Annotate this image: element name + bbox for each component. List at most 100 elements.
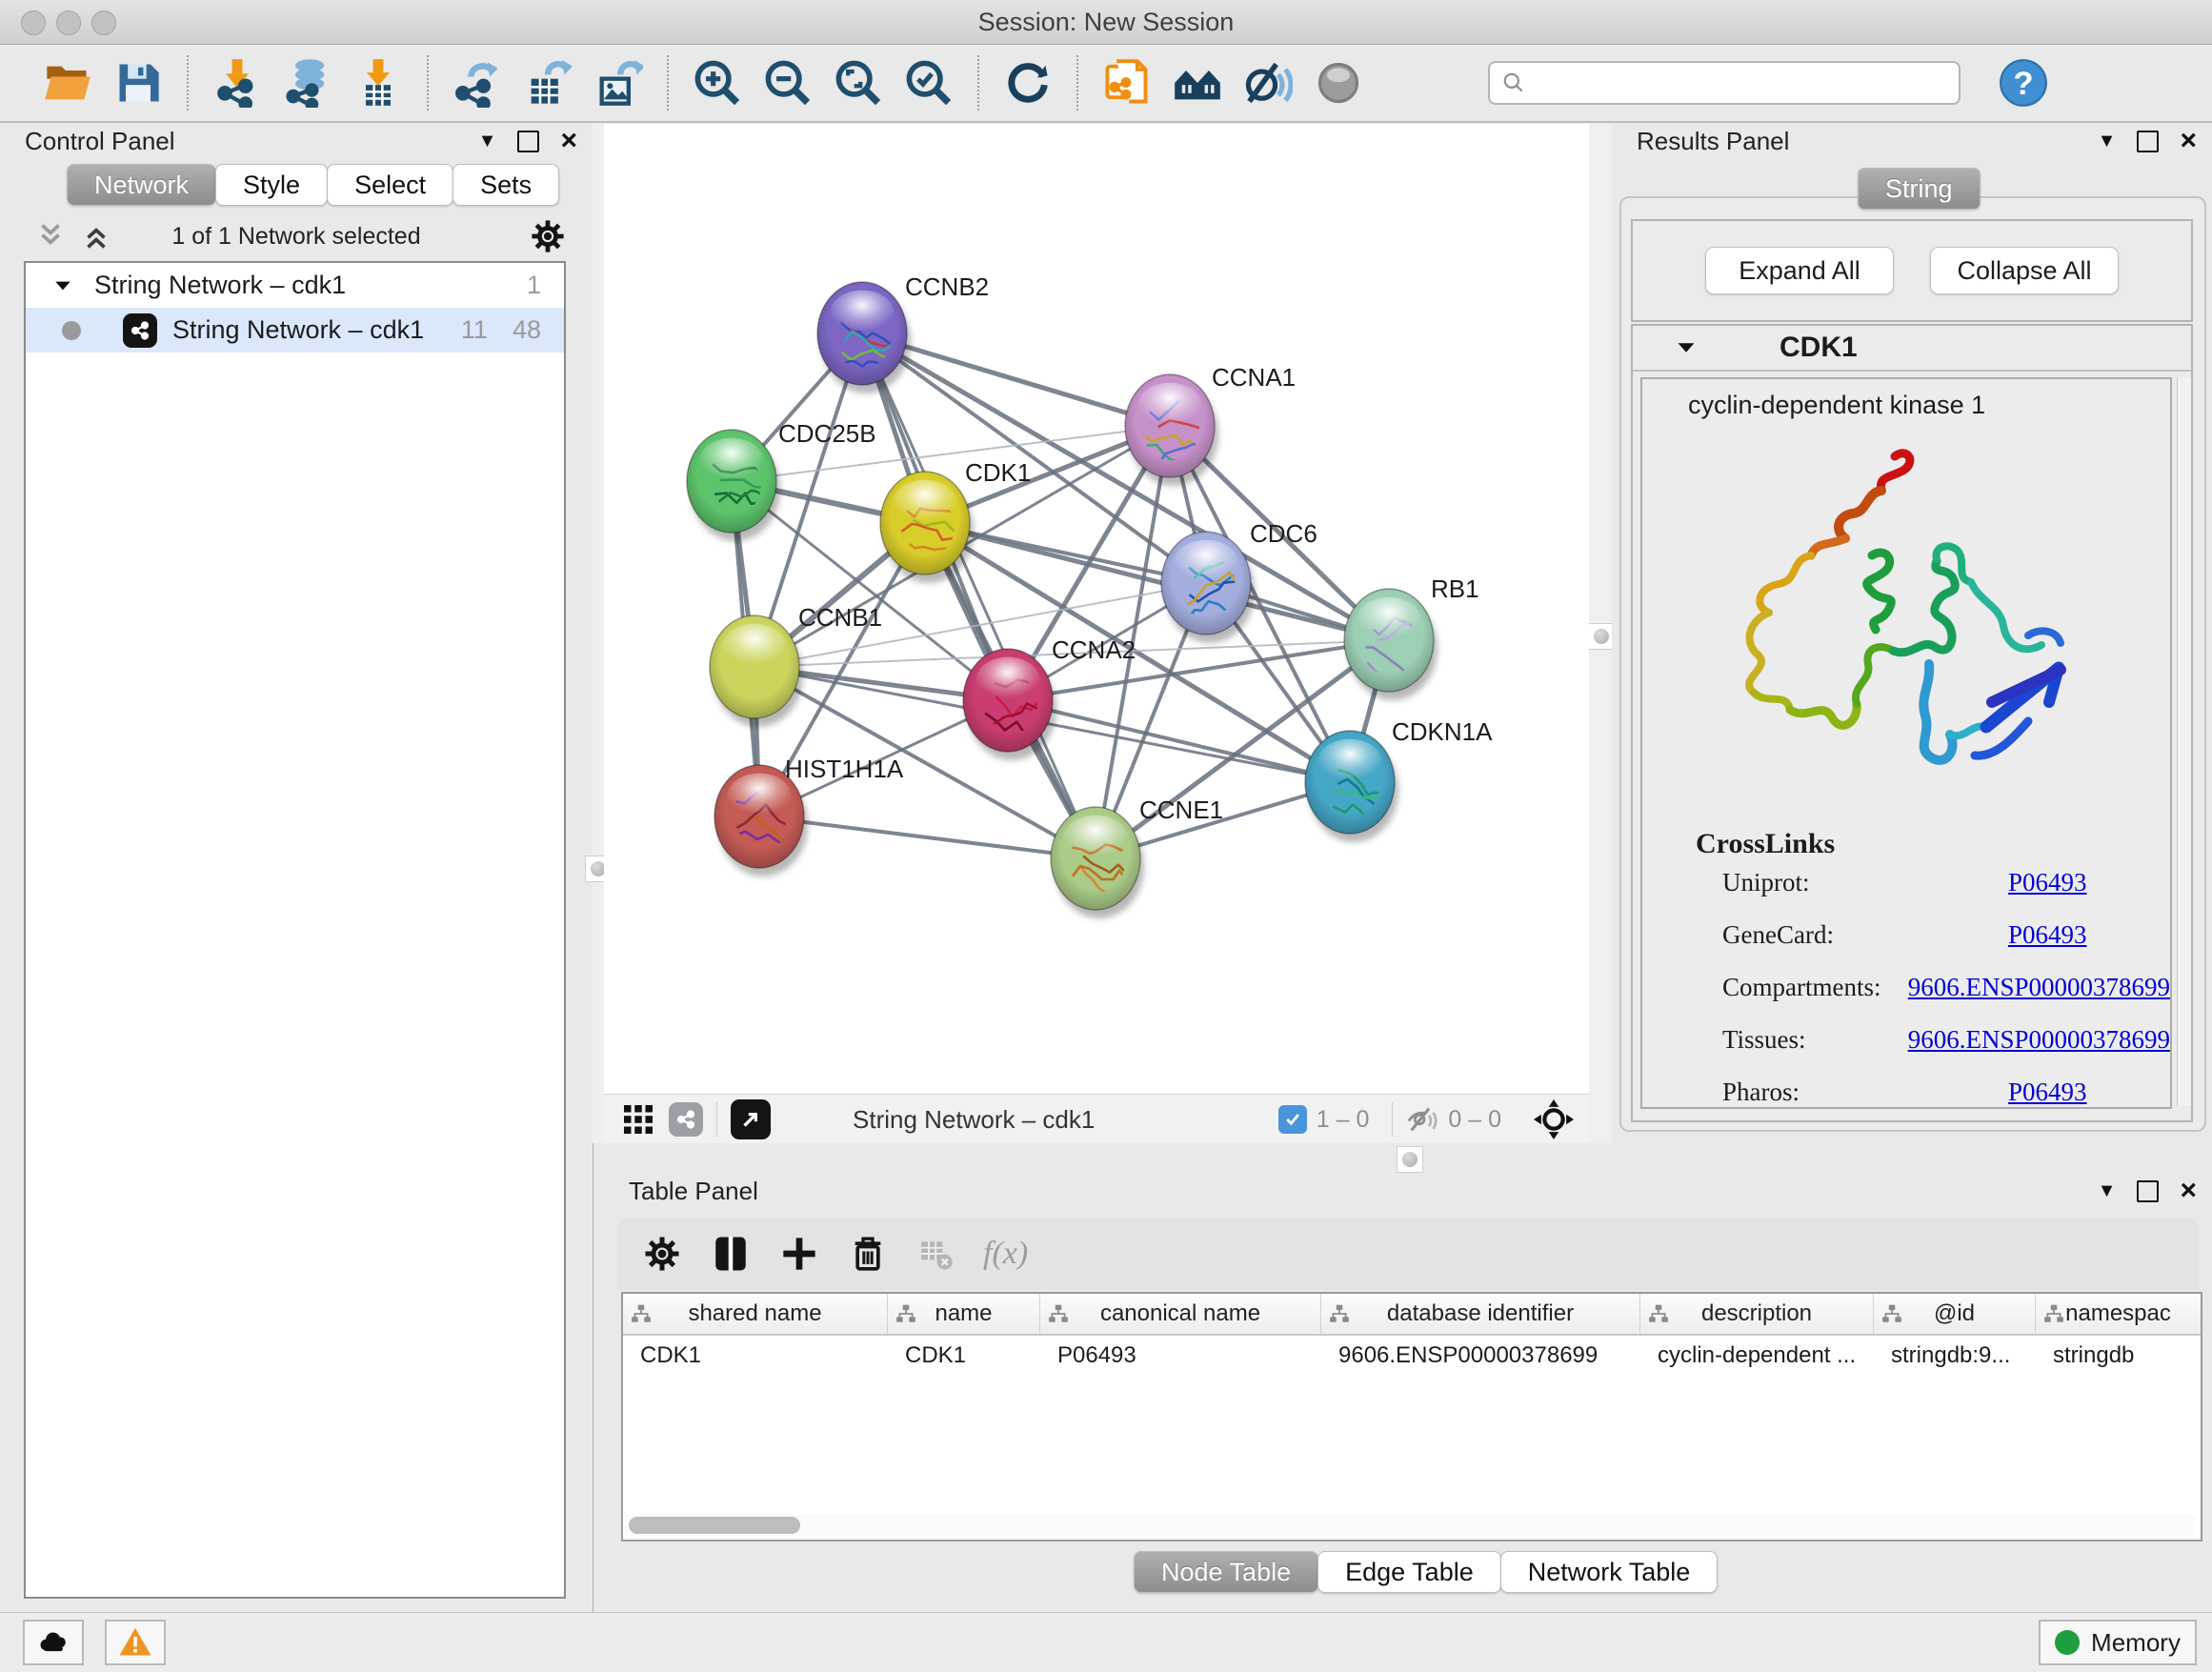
column-header[interactable]: database identifier — [1321, 1294, 1640, 1334]
node-label-CCNA1: CCNA1 — [1212, 363, 1296, 392]
memory-button[interactable]: Memory — [2039, 1620, 2197, 1665]
close-panel-icon[interactable]: × — [2180, 1181, 2197, 1200]
protein-node-CCNE1[interactable] — [1051, 807, 1144, 918]
collapse-arrow-icon[interactable] — [52, 275, 73, 296]
tab-style[interactable]: Style — [215, 164, 328, 206]
cloud-status-button[interactable] — [23, 1620, 84, 1665]
protein-node-CCNA2[interactable] — [963, 649, 1058, 760]
table-row[interactable]: CDK1 CDK1 P06493 9606.ENSP00000378699 cy… — [623, 1336, 2201, 1376]
expand-all-button[interactable]: Expand All — [1705, 247, 1894, 294]
export-table-button[interactable] — [518, 53, 577, 112]
gene-section: CDK1 cyclin-dependent kinase 1 — [1631, 324, 2193, 1122]
select-columns-icon[interactable] — [703, 1226, 758, 1281]
protein-node-CDKN1A[interactable] — [1305, 731, 1402, 842]
hidden-eye-icon — [1406, 1103, 1438, 1136]
memory-status-dot — [2055, 1630, 2080, 1655]
warnings-button[interactable] — [105, 1620, 166, 1665]
birdseye-toggle-icon[interactable] — [731, 1099, 771, 1139]
protein-node-CCNB1[interactable] — [710, 615, 803, 727]
right-splitter[interactable] — [1589, 124, 1612, 1143]
genecard-link[interactable]: P06493 — [2008, 920, 2087, 950]
zoom-selected-button[interactable] — [899, 53, 958, 112]
crosslink-row: Tissues: 9606.ENSP00000378699 — [1722, 1025, 2170, 1055]
tab-select[interactable]: Select — [327, 164, 453, 206]
maximize-panel-icon[interactable] — [2137, 1180, 2159, 1202]
protein-node-CDC25B[interactable] — [687, 430, 790, 541]
control-panel-tabs: Network Style Select Sets — [67, 164, 558, 206]
node-label-CCNE1: CCNE1 — [1139, 796, 1223, 824]
function-builder-icon: f(x) — [983, 1236, 1028, 1272]
selected-checkbox-icon[interactable] — [1278, 1105, 1307, 1134]
fit-content-icon[interactable] — [1534, 1099, 1574, 1139]
maximize-panel-icon[interactable] — [517, 131, 539, 152]
protein-node-RB1[interactable] — [1344, 589, 1438, 700]
grid-mode-icon[interactable] — [621, 1102, 655, 1137]
protein-node-CCNA1[interactable] — [1125, 374, 1224, 486]
column-header[interactable]: canonical name — [1040, 1294, 1321, 1334]
tab-node-table[interactable]: Node Table — [1134, 1551, 1318, 1593]
column-header[interactable]: @id — [1874, 1294, 2036, 1334]
close-panel-icon[interactable]: × — [2180, 131, 2197, 151]
network-svg[interactable]: CCNB2CCNA1CDC25BCDK1CDC6RB1CCNB1CCNA2CDK… — [604, 124, 1589, 1094]
add-column-icon[interactable] — [772, 1226, 827, 1281]
selected-node-edge-count: 1 – 0 — [1317, 1106, 1370, 1134]
export-network-button[interactable] — [448, 53, 507, 112]
delete-column-icon[interactable] — [840, 1226, 895, 1281]
refresh-button[interactable] — [998, 53, 1057, 112]
column-header[interactable]: namespac — [2036, 1294, 2201, 1334]
open-session-button[interactable] — [38, 53, 97, 112]
export-image-button[interactable] — [589, 53, 648, 112]
tab-network-table[interactable]: Network Table — [1500, 1551, 1719, 1593]
tab-string[interactable]: String — [1858, 168, 1981, 210]
float-panel-icon[interactable]: ▼ — [2098, 131, 2117, 152]
pharos-link[interactable]: P06493 — [2008, 1078, 2087, 1107]
tab-network[interactable]: Network — [67, 164, 216, 206]
help-button[interactable]: ? — [1999, 58, 2048, 108]
scrollbar-thumb[interactable] — [629, 1517, 800, 1534]
search-input[interactable] — [1526, 69, 1930, 98]
node-label-CDK1: CDK1 — [965, 458, 1031, 487]
import-network-database-button[interactable] — [278, 53, 337, 112]
protein-node-CDC6[interactable] — [1161, 532, 1258, 643]
crosslink-row: Pharos: P06493 — [1722, 1078, 2170, 1107]
results-scrollbar[interactable] — [2177, 377, 2191, 1105]
string-results-container: Expand All Collapse All CDK1 cyclin-depe… — [1619, 196, 2206, 1132]
string-home-button[interactable] — [1168, 53, 1227, 112]
column-header[interactable]: description — [1640, 1294, 1874, 1334]
maximize-panel-icon[interactable] — [2137, 131, 2159, 152]
column-header[interactable]: shared name — [623, 1294, 888, 1334]
float-panel-icon[interactable]: ▼ — [478, 131, 497, 152]
network-mode-icon[interactable] — [669, 1102, 703, 1137]
string-import-button[interactable] — [1097, 53, 1156, 112]
control-panel: Control Panel ▼ × Network Style Select S… — [0, 124, 593, 1612]
zoom-out-button[interactable] — [758, 53, 817, 112]
uniprot-link[interactable]: P06493 — [2008, 868, 2087, 897]
import-table-button[interactable] — [349, 53, 408, 112]
close-panel-icon[interactable]: × — [560, 131, 577, 151]
zoom-in-button[interactable] — [688, 53, 747, 112]
collapse-arrow-icon[interactable] — [1675, 336, 1698, 359]
tissues-link[interactable]: 9606.ENSP00000378699 — [1908, 1025, 2170, 1055]
left-splitter[interactable] — [593, 124, 604, 1143]
gene-section-header[interactable]: CDK1 — [1633, 326, 2191, 372]
horizontal-splitter[interactable] — [604, 1143, 2212, 1174]
horizontal-splitter-handle[interactable] — [1397, 1146, 1423, 1173]
birdseye-view-button[interactable] — [1309, 53, 1368, 112]
network-canvas[interactable]: CCNB2CCNA1CDC25BCDK1CDC6RB1CCNB1CCNA2CDK… — [604, 124, 1589, 1094]
tab-sets[interactable]: Sets — [452, 164, 559, 206]
compartments-link[interactable]: 9606.ENSP00000378699 — [1908, 973, 2170, 1002]
network-collection-row[interactable]: String Network – cdk1 1 — [26, 263, 564, 308]
table-gear-icon[interactable] — [634, 1226, 690, 1281]
gear-icon[interactable] — [530, 218, 566, 254]
float-panel-icon[interactable]: ▼ — [2098, 1180, 2117, 1202]
zoom-fit-button[interactable] — [829, 53, 888, 112]
import-network-button[interactable] — [208, 53, 267, 112]
table-horizontal-scrollbar[interactable] — [625, 1515, 2195, 1536]
save-session-button[interactable] — [109, 53, 168, 112]
network-row[interactable]: String Network – cdk1 11 48 — [26, 308, 564, 353]
hide-graphics-details-button[interactable] — [1238, 53, 1297, 112]
column-header[interactable]: name — [888, 1294, 1040, 1334]
right-splitter-handle[interactable] — [1588, 623, 1615, 650]
tab-edge-table[interactable]: Edge Table — [1317, 1551, 1501, 1593]
collapse-all-button[interactable]: Collapse All — [1930, 247, 2119, 294]
